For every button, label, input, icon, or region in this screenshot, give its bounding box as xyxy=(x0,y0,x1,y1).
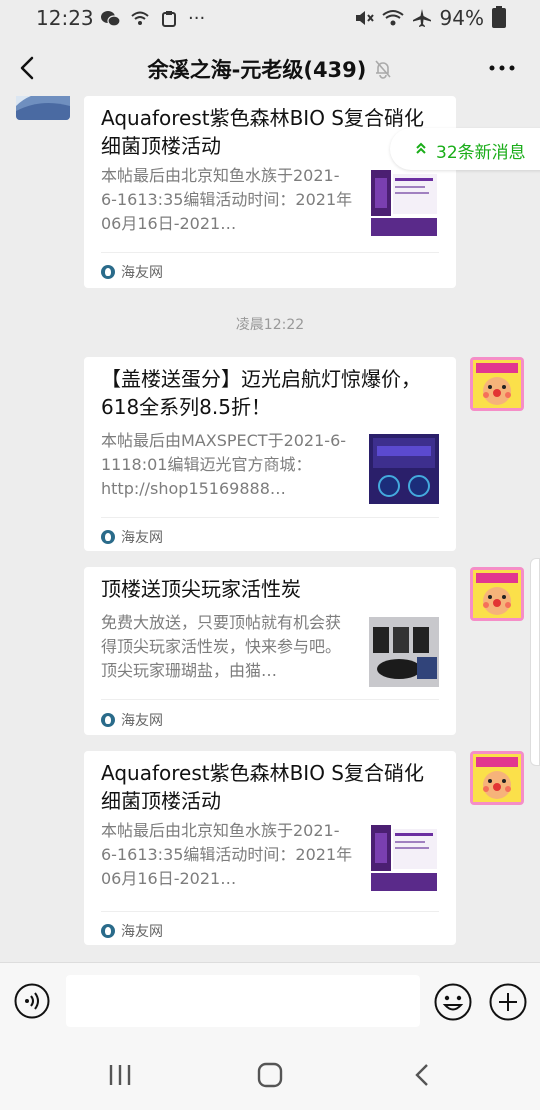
card-description: 本帖最后由北京知鱼水族于2021-6-1613:35编辑活动时间：2021年06… xyxy=(101,166,353,233)
card-description: 本帖最后由北京知鱼水族于2021-6-1613:35编辑活动时间：2021年06… xyxy=(101,821,353,888)
battery-percentage: 94% xyxy=(439,6,484,30)
card-thumbnail xyxy=(369,617,439,687)
status-more-dots: ··· xyxy=(188,8,206,29)
card-divider xyxy=(101,252,439,253)
mute-icon xyxy=(355,11,374,25)
message-input[interactable] xyxy=(66,975,420,1027)
card-title: Aquaforest紫色森林BIO S复合硝化细菌顶楼活动 xyxy=(101,106,424,158)
status-bar: 12:23 ··· 94% xyxy=(0,0,540,36)
site-logo-icon xyxy=(101,265,115,279)
link-card[interactable]: 顶楼送顶尖玩家活性炭 免费大放送，只要顶帖就有机会获得顶尖玩家活性炭，快来参与吧… xyxy=(84,567,456,735)
card-thumbnail xyxy=(369,168,439,238)
clipboard-icon xyxy=(162,10,176,27)
chat-title: 余溪之海-元老级(439) xyxy=(147,58,367,82)
battery-icon xyxy=(492,6,506,28)
card-description: 本帖最后由MAXSPECT于2021-6-1118:01编辑迈光官方商城：htt… xyxy=(101,431,347,498)
site-logo-icon xyxy=(101,713,115,727)
link-card[interactable]: Aquaforest紫色森林BIO S复合硝化细菌顶楼活动 本帖最后由北京知鱼水… xyxy=(84,96,456,288)
sender-avatar[interactable] xyxy=(16,96,70,120)
card-thumbnail xyxy=(369,434,439,504)
card-title: Aquaforest紫色森林BIO S复合硝化细菌顶楼活动 xyxy=(101,761,424,813)
card-divider xyxy=(101,911,439,912)
source-label: 海友网 xyxy=(121,530,163,546)
card-source: 海友网 xyxy=(101,527,163,547)
status-left-icons: ··· xyxy=(100,8,205,29)
card-title: 顶楼送顶尖玩家活性炭 xyxy=(101,577,301,601)
message-list[interactable]: Aquaforest紫色森林BIO S复合硝化细菌顶楼活动 本帖最后由北京知鱼水… xyxy=(0,96,540,962)
card-title: 【盖楼送蛋分】迈光启航灯惊爆价，618全系列8.5折！ xyxy=(101,367,421,419)
system-nav-bar xyxy=(0,1040,540,1110)
source-label: 海友网 xyxy=(121,713,163,729)
plus-circle-icon[interactable] xyxy=(489,983,527,1021)
status-right-icons: 94% xyxy=(354,6,506,30)
scrollbar-handle[interactable] xyxy=(530,558,540,766)
link-card[interactable]: Aquaforest紫色森林BIO S复合硝化细菌顶楼活动 本帖最后由北京知鱼水… xyxy=(84,751,456,945)
site-logo-icon xyxy=(101,530,115,544)
card-source: 海友网 xyxy=(101,710,163,730)
new-messages-button[interactable]: 32条新消息 xyxy=(390,128,540,170)
wifi-call-icon xyxy=(131,11,149,25)
card-divider xyxy=(101,699,439,700)
card-description: 免费大放送，只要顶帖就有机会获得顶尖玩家活性炭，快来参与吧。顶尖玩家珊瑚盐，由猫… xyxy=(101,613,342,680)
my-avatar[interactable] xyxy=(470,567,524,621)
recent-apps-icon[interactable] xyxy=(107,1062,133,1088)
home-icon[interactable] xyxy=(257,1062,283,1088)
chat-title-wrap: 余溪之海-元老级(439) xyxy=(0,54,540,84)
bell-off-icon xyxy=(374,59,392,84)
wechat-icon xyxy=(101,10,120,27)
wifi-icon xyxy=(381,10,404,26)
my-avatar[interactable] xyxy=(470,751,524,805)
voice-icon[interactable] xyxy=(14,983,50,1019)
card-divider xyxy=(101,517,439,518)
link-card[interactable]: 【盖楼送蛋分】迈光启航灯惊爆价，618全系列8.5折！ 本帖最后由MAXSPEC… xyxy=(84,357,456,551)
my-avatar[interactable] xyxy=(470,357,524,411)
chat-header: 余溪之海-元老级(439) xyxy=(0,40,540,96)
source-label: 海友网 xyxy=(121,924,163,940)
card-source: 海友网 xyxy=(101,921,163,941)
more-button[interactable] xyxy=(488,58,516,78)
double-chevron-up-icon xyxy=(416,142,426,154)
nav-back-icon[interactable] xyxy=(412,1062,434,1088)
input-bar xyxy=(0,962,540,1041)
airplane-icon xyxy=(412,9,431,27)
new-messages-label: 32条新消息 xyxy=(436,143,526,163)
emoji-icon[interactable] xyxy=(434,983,472,1021)
status-time: 12:23 xyxy=(36,6,94,30)
card-thumbnail xyxy=(369,823,439,893)
source-label: 海友网 xyxy=(121,265,163,281)
message-timestamp: 凌晨12:22 xyxy=(235,317,305,333)
card-source: 海友网 xyxy=(101,262,163,282)
site-logo-icon xyxy=(101,924,115,938)
